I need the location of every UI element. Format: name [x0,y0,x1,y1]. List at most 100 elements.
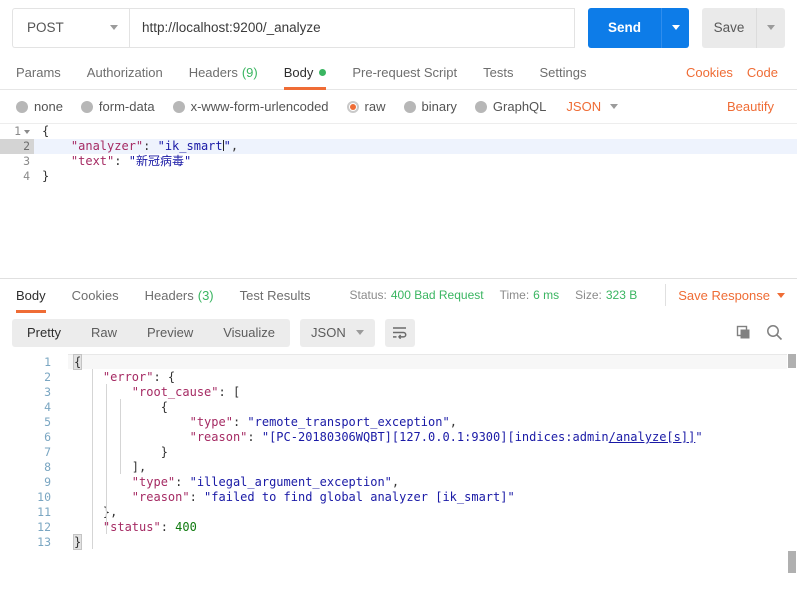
request-url-bar: POST http://localhost:9200/_analyze Send… [0,0,797,55]
code-token: : [143,139,158,153]
view-mode-pretty[interactable]: Pretty [12,319,76,347]
code-token: }, [74,505,118,519]
line-content: } [60,534,83,550]
divider [665,284,667,306]
line-content: } [60,445,168,460]
line-number: 2 [0,139,34,154]
code-token: , [391,475,400,489]
http-method-select[interactable]: POST [12,7,129,48]
chevron-down-icon [610,104,619,109]
response-format-select[interactable]: JSON [300,318,375,347]
request-tab-tests[interactable]: Tests [470,55,526,89]
request-tab-params[interactable]: Params [12,55,74,89]
body-type-none[interactable]: none [16,99,63,114]
response-line: 12 "status": 400 [0,520,797,535]
body-type-row: none form-data x-www-form-urlencoded raw bin… [0,90,797,123]
save-response-button[interactable]: Save Response [678,288,785,303]
line-content: ], [60,460,146,475]
time-badge: Time: 6 ms [500,288,560,302]
request-tab-headers[interactable]: Headers (9) [176,55,271,89]
response-tab-cookies[interactable]: Cookies [59,279,132,312]
editor-line: 4} [0,169,797,184]
horizontal-scrollbar-thumb[interactable] [788,551,796,573]
code-token: "analyzer" [70,139,144,153]
code-token: 400 [175,520,197,534]
fold-arrow-icon[interactable] [24,129,30,134]
request-tab-authorization[interactable]: Authorization [74,55,176,89]
raw-format-select[interactable]: JSON [566,99,619,114]
code-token: , [449,415,457,429]
response-tab-test-results[interactable]: Test Results [227,279,324,312]
response-link[interactable]: /analyze[s]] [609,430,696,444]
word-wrap-button[interactable] [384,318,415,347]
line-number: 1 [0,124,34,139]
response-tab-body[interactable]: Body [12,279,59,313]
save-response-label: Save Response [678,287,770,303]
tab-label: Body [283,64,314,80]
tab-label: Headers [144,287,194,303]
code-token: : [189,490,205,504]
vertical-scrollbar-thumb[interactable] [788,354,796,368]
search-button[interactable] [763,322,785,344]
chevron-down-icon [777,292,785,298]
line-number: 1 [44,355,51,369]
url-input[interactable]: http://localhost:9200/_analyze [129,7,575,48]
body-type-graphql[interactable]: GraphQL [474,99,546,114]
copy-button[interactable] [733,322,755,344]
request-body-editor[interactable]: 1{2 "analyzer": "ik_smart", 3 "text": "新冠… [0,123,797,278]
code-token: "error" [102,370,154,384]
code-token: , [230,139,239,153]
response-body-viewer[interactable]: 1{2 "error": {3 "root_cause": [4 {5 "typ… [0,354,797,573]
send-button[interactable]: Send [588,7,661,48]
code-token: } [42,169,50,183]
beautify-button[interactable]: Beautify [720,99,781,114]
time-label: Time: [499,288,530,302]
tab-label: Authorization [86,64,163,80]
save-options-button[interactable] [756,7,785,48]
tab-label: Cookies [71,287,119,303]
code-token: "root_cause" [131,385,219,399]
cookies-link[interactable]: Cookies [679,55,740,89]
line-number: 9 [44,475,51,489]
tab-count: (9) [241,64,258,80]
line-content: "reason": "[PC-20180306WQBT][127.0.0.1:9… [60,430,703,445]
view-mode-visualize[interactable]: Visualize [208,319,290,347]
save-button[interactable]: Save [702,7,756,48]
request-tab-settings[interactable]: Settings [526,55,599,89]
request-tab-pre-request-script[interactable]: Pre-request Script [339,55,470,89]
line-number: 12 [37,520,51,534]
request-tab-body[interactable]: Body [271,55,340,90]
code-token: { [42,124,50,138]
code-token: "status" [102,520,161,534]
response-tab-headers[interactable]: Headers (3) [132,279,227,312]
vertical-scrollbar[interactable] [787,354,797,573]
code-token: : [160,520,176,534]
code-token: : [ [218,385,241,399]
chevron-down-icon [671,25,680,30]
chevron-down-icon [355,330,364,335]
indent-guide [92,369,93,549]
send-options-button[interactable] [661,7,689,48]
line-number: 4 [0,169,34,184]
body-type-x-www-form-urlencoded[interactable]: x-www-form-urlencoded [172,99,329,114]
code-token: "[PC-20180306WQBT][127.0.0.1:9300][indic… [261,430,609,444]
line-content: { [34,124,49,139]
postman-window: POST http://localhost:9200/_analyze Send… [0,0,797,594]
line-content: "status": 400 [60,520,197,535]
view-mode-raw[interactable]: Raw [76,319,132,347]
tabs-spacer [599,55,679,89]
response-line: 3 "root_cause": [ [0,385,797,400]
view-mode-preview[interactable]: Preview [132,319,208,347]
code-link[interactable]: Code [740,55,785,89]
line-number: 10 [37,490,51,504]
line-content: "root_cause": [ [60,385,240,400]
body-type-form-data[interactable]: form-data [80,99,155,114]
body-type-raw[interactable]: raw [346,99,386,114]
body-type-binary[interactable]: binary [403,99,457,114]
response-line: 9 "type": "illegal_argument_exception", [0,475,797,490]
line-number: 3 [0,154,34,169]
